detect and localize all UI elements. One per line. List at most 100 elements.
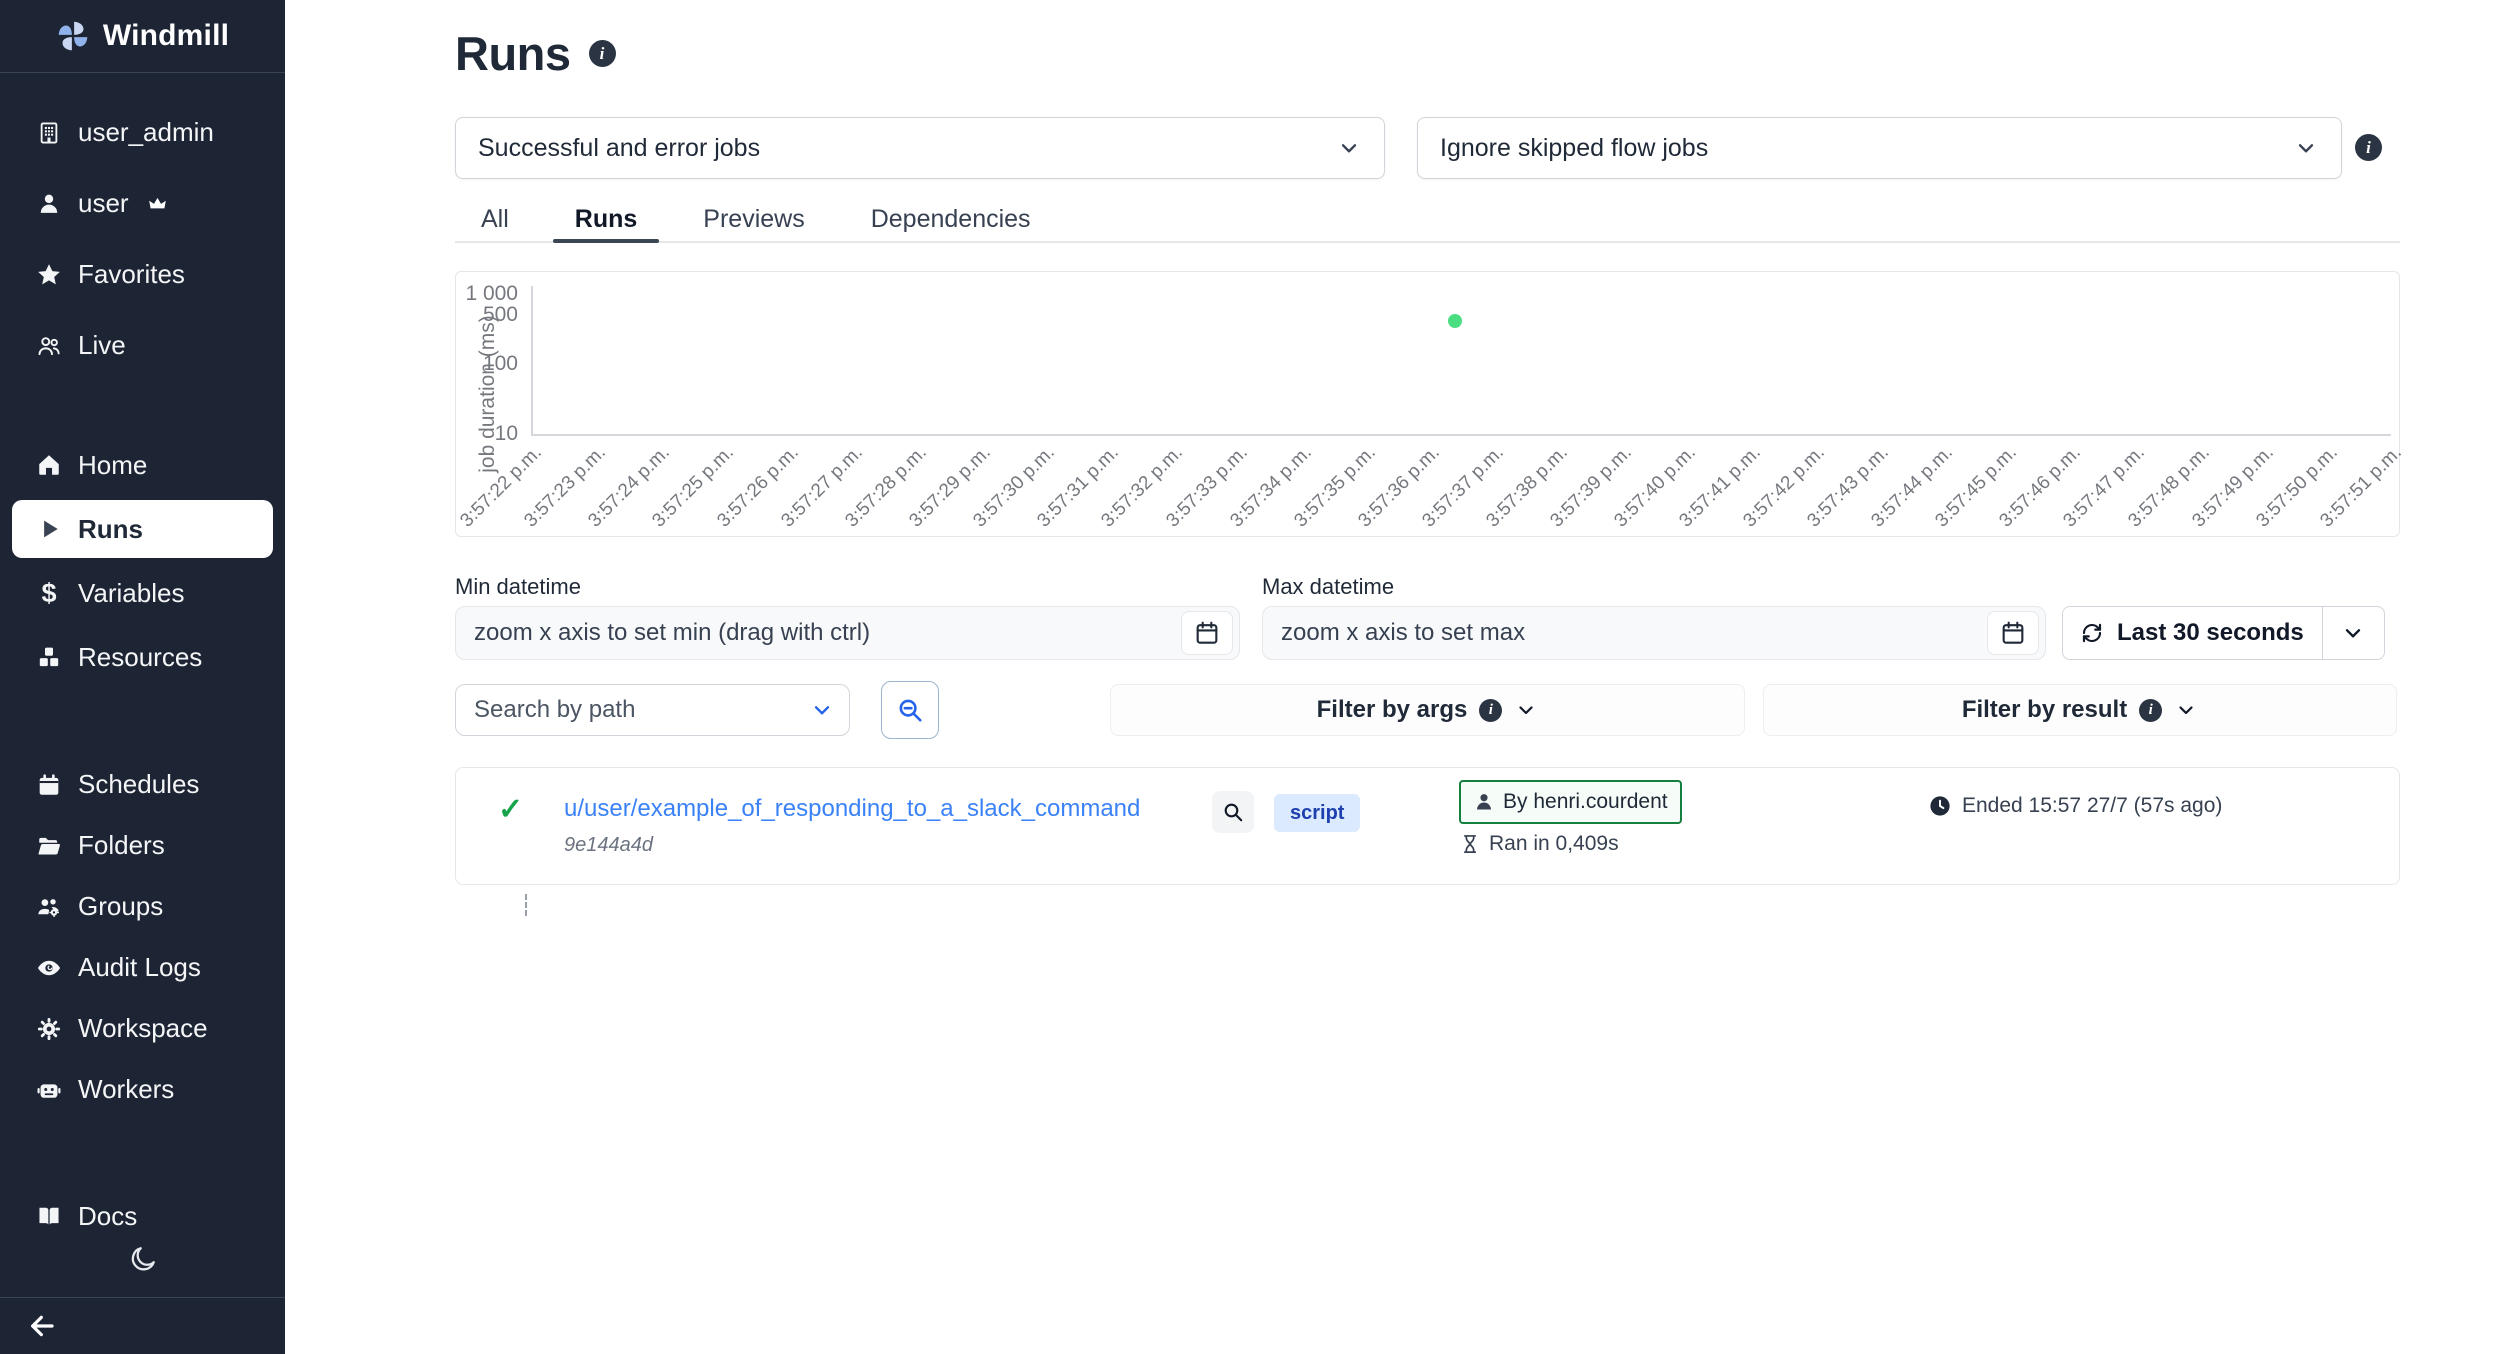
completion-status-value: Successful and error jobs — [478, 134, 760, 163]
sidebar-item-label: Resources — [78, 642, 202, 673]
tab-dependencies[interactable]: Dependencies — [845, 197, 1057, 241]
robot-icon — [36, 1077, 62, 1103]
sidebar-item-audit-logs[interactable]: Audit Logs — [0, 937, 285, 998]
chevron-down-icon — [2174, 698, 2198, 722]
sidebar-item-workspace-user-admin[interactable]: user_admin — [0, 97, 285, 168]
sidebar-item-label: Groups — [78, 891, 163, 922]
min-datetime-field — [455, 606, 1240, 660]
sidebar-item-live[interactable]: Live — [0, 310, 285, 381]
main-content: Runs i Successful and error jobs Ignore … — [285, 0, 2500, 1354]
filter-by-result-button[interactable]: Filter by result i — [1763, 684, 2397, 736]
sidebar: Windmill user_adminuserFavorites Live Home… — [0, 0, 285, 1354]
filter-by-args-label: Filter by args — [1317, 696, 1468, 724]
calendar-icon — [1999, 619, 2027, 647]
cubes-icon — [36, 644, 62, 670]
calendar-icon — [1193, 619, 1221, 647]
timeline-tick — [525, 894, 527, 916]
chart-data-point[interactable] — [1448, 314, 1462, 328]
time-range-label: Last 30 seconds — [2117, 619, 2304, 647]
sidebar-item-favorites[interactable]: Favorites — [0, 239, 285, 310]
run-row: ✓ u/user/example_of_responding_to_a_slac… — [455, 767, 2400, 885]
time-range-button[interactable]: Last 30 seconds — [2062, 606, 2385, 660]
sidebar-item-label: Docs — [78, 1201, 137, 1232]
users-icon — [36, 333, 62, 359]
sidebar-docs-container: Docs — [0, 1192, 285, 1240]
run-ended-label: Ended 15:57 27/7 (57s ago) — [1962, 794, 2222, 818]
windmill-logo-icon — [56, 19, 90, 53]
completion-status-select[interactable]: Successful and error jobs — [455, 117, 1385, 179]
sidebar-item-user[interactable]: user — [0, 168, 285, 239]
tab-all[interactable]: All — [455, 197, 535, 241]
chevron-down-icon — [2340, 620, 2366, 646]
calendar-icon — [36, 772, 62, 798]
sidebar-item-groups[interactable]: Groups — [0, 876, 285, 937]
max-datetime-label: Max datetime — [1262, 574, 1394, 600]
building-icon — [36, 120, 62, 146]
sidebar-item-label: Audit Logs — [78, 952, 201, 983]
sidebar-item-workspace[interactable]: Workspace — [0, 998, 285, 1059]
refresh-icon — [2079, 620, 2105, 646]
tab-previews[interactable]: Previews — [677, 197, 830, 241]
moon-icon[interactable] — [128, 1244, 158, 1274]
sidebar-item-variables[interactable]: $ Variables — [0, 561, 285, 625]
sidebar-item-home[interactable]: Home — [0, 433, 285, 497]
min-datetime-calendar-button[interactable] — [1181, 611, 1233, 655]
tab-runs[interactable]: Runs — [549, 197, 664, 241]
theme-toggle-row — [0, 1237, 285, 1281]
run-duration-label: Ran in 0,409s — [1489, 832, 1619, 856]
sidebar-section-1: Home Runs $ Variables Resources — [0, 433, 285, 689]
filter-args-info-icon: i — [1479, 699, 1502, 722]
run-by-badge[interactable]: By henri.courdent — [1459, 780, 1682, 824]
sidebar-item-label: Live — [78, 330, 126, 361]
sidebar-header[interactable]: Windmill — [0, 0, 285, 73]
chart-y-tick: 100 — [456, 351, 518, 377]
filter-by-args-button[interactable]: Filter by args i — [1110, 684, 1745, 736]
search-button[interactable] — [881, 681, 939, 739]
chevron-down-icon — [2293, 135, 2319, 161]
chart-plot-area[interactable] — [533, 282, 2391, 434]
runs-info-icon[interactable]: i — [589, 40, 616, 67]
crown-icon — [147, 193, 168, 214]
zoom-out-magnifier-icon — [895, 695, 925, 725]
inspect-run-button[interactable] — [1212, 791, 1254, 833]
tabs-row: All Runs Previews Dependencies — [455, 197, 2400, 243]
sidebar-nav: user_adminuserFavorites Live Home Runs $ Vari… — [0, 97, 285, 1120]
collapse-sidebar-arrow-icon[interactable] — [26, 1310, 58, 1342]
run-path-link[interactable]: u/user/example_of_responding_to_a_slack_… — [564, 795, 1140, 823]
folder-icon — [36, 833, 62, 859]
time-range-dropdown[interactable] — [2323, 620, 2384, 646]
dollar-icon: $ — [36, 580, 62, 606]
min-datetime-label: Min datetime — [455, 574, 581, 600]
job-kind-badge: script — [1274, 794, 1360, 832]
brand-name: Windmill — [103, 19, 229, 53]
skipped-flow-info-icon[interactable]: i — [2355, 134, 2382, 161]
sidebar-item-docs[interactable]: Docs — [0, 1192, 285, 1240]
sidebar-item-resources[interactable]: Resources — [0, 625, 285, 689]
min-datetime-input[interactable] — [456, 607, 1181, 659]
gear-icon — [36, 1016, 62, 1042]
sidebar-item-folders[interactable]: Folders — [0, 815, 285, 876]
chart-y-tick: 10 — [456, 421, 518, 447]
magnifier-icon — [1221, 800, 1245, 824]
sidebar-item-workers[interactable]: Workers — [0, 1059, 285, 1120]
max-datetime-input[interactable] — [1263, 607, 1987, 659]
chart-x-axis-line — [531, 434, 2391, 436]
sidebar-item-label: Schedules — [78, 769, 199, 800]
sidebar-item-runs[interactable]: Runs — [0, 497, 285, 561]
sidebar-item-label: Variables — [78, 578, 184, 609]
skipped-flow-value: Ignore skipped flow jobs — [1440, 134, 1708, 163]
sidebar-item-schedules[interactable]: Schedules — [0, 754, 285, 815]
title-row: Runs i — [455, 26, 616, 81]
skipped-flow-select[interactable]: Ignore skipped flow jobs — [1417, 117, 2342, 179]
run-ended: Ended 15:57 27/7 (57s ago) — [1928, 794, 2222, 818]
max-datetime-calendar-button[interactable] — [1987, 611, 2039, 655]
runs-duration-chart: job duration (ms) 1 000500100103:57:22 p… — [455, 271, 2400, 537]
sidebar-item-label: Runs — [78, 514, 143, 545]
sidebar-item-label: Workers — [78, 1074, 174, 1105]
search-by-path-input[interactable] — [474, 696, 809, 724]
book-icon — [36, 1203, 62, 1229]
sidebar-item-label: Workspace — [78, 1013, 208, 1044]
chevron-down-icon[interactable] — [809, 697, 835, 723]
person-icon — [36, 191, 62, 217]
chevron-down-icon — [1514, 698, 1538, 722]
